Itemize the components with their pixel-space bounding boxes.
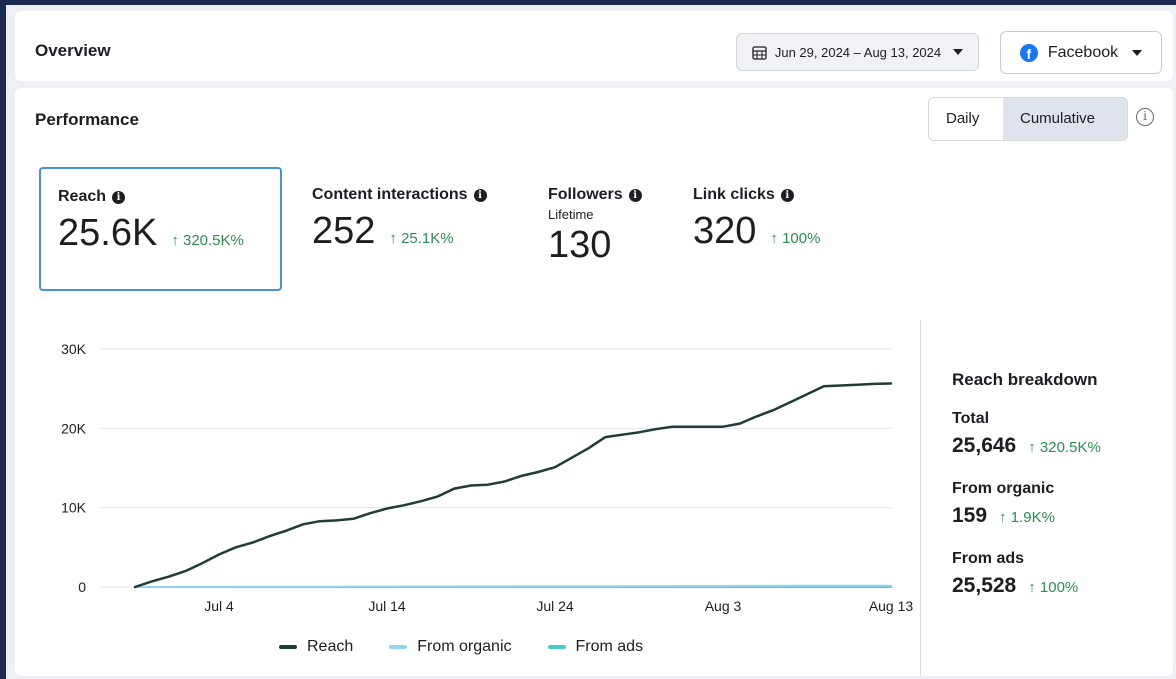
breakdown-total-label: Total: [952, 410, 990, 427]
metric-label: Reach: [58, 188, 107, 205]
x-tick-label: Aug 3: [705, 598, 742, 614]
divider: [920, 320, 921, 676]
series-line-reach: [133, 382, 893, 589]
metric-tile-followers[interactable]: Followers i Lifetime 130: [548, 186, 642, 267]
metric-change: ↑ 320.5K%: [171, 232, 244, 249]
info-icon[interactable]: i: [112, 190, 126, 204]
date-range-button[interactable]: Jun 29, 2024 – Aug 13, 2024: [736, 33, 979, 71]
reach-breakdown: Reach breakdown Total 25,646 ↑ 320.5K% F…: [952, 370, 1101, 620]
metric-label: Content interactions: [312, 186, 468, 203]
legend-label: Reach: [307, 638, 354, 655]
page-title: Overview: [35, 41, 111, 60]
date-range-label: Jun 29, 2024 – Aug 13, 2024: [774, 44, 942, 60]
performance-card: Performance Daily Cumulative i Reach i 25…: [15, 88, 1173, 676]
overview-header: Overview Jun 29, 2024 – Aug 13, 2024 f F…: [15, 11, 1173, 81]
section-title: Performance: [35, 110, 139, 129]
platform-label: Facebook: [1047, 43, 1119, 61]
metric-value: 25.6K: [58, 212, 158, 254]
legend-label: From organic: [417, 638, 512, 655]
metric-label: Link clicks: [693, 186, 775, 203]
breakdown-total-change: ↑ 320.5K%: [1028, 439, 1101, 456]
app-frame: Overview Jun 29, 2024 – Aug 13, 2024 f F…: [6, 5, 1176, 679]
legend-swatch: [279, 645, 297, 649]
y-tick-label: 20K: [61, 420, 87, 436]
metric-change: ↑ 100%: [770, 230, 821, 247]
x-tick-label: Jul 4: [204, 598, 234, 614]
platform-select[interactable]: f Facebook: [1000, 31, 1162, 74]
breakdown-ads-label: From ads: [952, 550, 1025, 567]
info-icon[interactable]: i: [780, 188, 794, 202]
breakdown-title: Reach breakdown: [952, 370, 1098, 389]
y-tick-label: 30K: [61, 341, 87, 357]
reach-line-chart: 0 10K 20K 30K Jul 4 Jul 14 Jul 24 Aug 3 Aug 13: [61, 341, 914, 614]
chart-legend: Reach From organic From ads: [279, 638, 643, 656]
legend-swatch: [547, 645, 566, 649]
legend-label: From ads: [575, 638, 644, 655]
metric-value: 252: [312, 210, 376, 252]
series-line-from-organic: [134, 584, 892, 588]
breakdown-organic-change: ↑ 1.9K%: [999, 509, 1055, 526]
calendar-icon: [752, 45, 767, 60]
caret-down-icon: [953, 49, 964, 55]
y-tick-label: 0: [78, 579, 86, 595]
legend-swatch: [389, 645, 408, 649]
info-icon[interactable]: i: [628, 188, 642, 202]
view-toggle: Daily Cumulative: [928, 97, 1128, 141]
breakdown-organic-value: 159: [952, 504, 988, 527]
metric-label: Followers: [548, 186, 623, 203]
toggle-daily[interactable]: Daily: [929, 98, 1003, 140]
breakdown-organic-label: From organic: [952, 480, 1055, 497]
metric-value: 320: [693, 210, 757, 252]
x-tick-label: Jul 24: [536, 598, 574, 614]
metric-value: 130: [548, 224, 612, 266]
legend-item-organic[interactable]: From organic: [389, 638, 512, 656]
breakdown-ads-value: 25,528: [952, 574, 1017, 597]
x-tick-label: Jul 14: [368, 598, 406, 614]
legend-item-ads[interactable]: From ads: [547, 638, 644, 656]
y-tick-label: 10K: [61, 500, 87, 516]
info-icon[interactable]: i: [473, 188, 487, 202]
facebook-logo-icon: f: [1019, 43, 1038, 62]
breakdown-ads-change: ↑ 100%: [1028, 579, 1079, 596]
breakdown-total-value: 25,646: [952, 434, 1017, 457]
metric-tile-content-interactions[interactable]: Content interactions i 252 ↑ 25.1K%: [312, 186, 487, 253]
metric-change: ↑ 25.1K%: [389, 230, 454, 247]
legend-item-reach[interactable]: Reach: [279, 638, 353, 656]
caret-down-icon: [1132, 49, 1143, 56]
x-tick-label: Aug 13: [869, 598, 914, 614]
metric-tile-link-clicks[interactable]: Link clicks i 320 ↑ 100%: [693, 186, 820, 253]
metric-sublabel: Lifetime: [548, 207, 594, 222]
metric-tile-reach[interactable]: Reach i 25.6K ↑ 320.5K%: [39, 167, 282, 291]
toggle-cumulative[interactable]: Cumulative: [1003, 98, 1127, 140]
info-icon[interactable]: i: [1136, 108, 1154, 126]
